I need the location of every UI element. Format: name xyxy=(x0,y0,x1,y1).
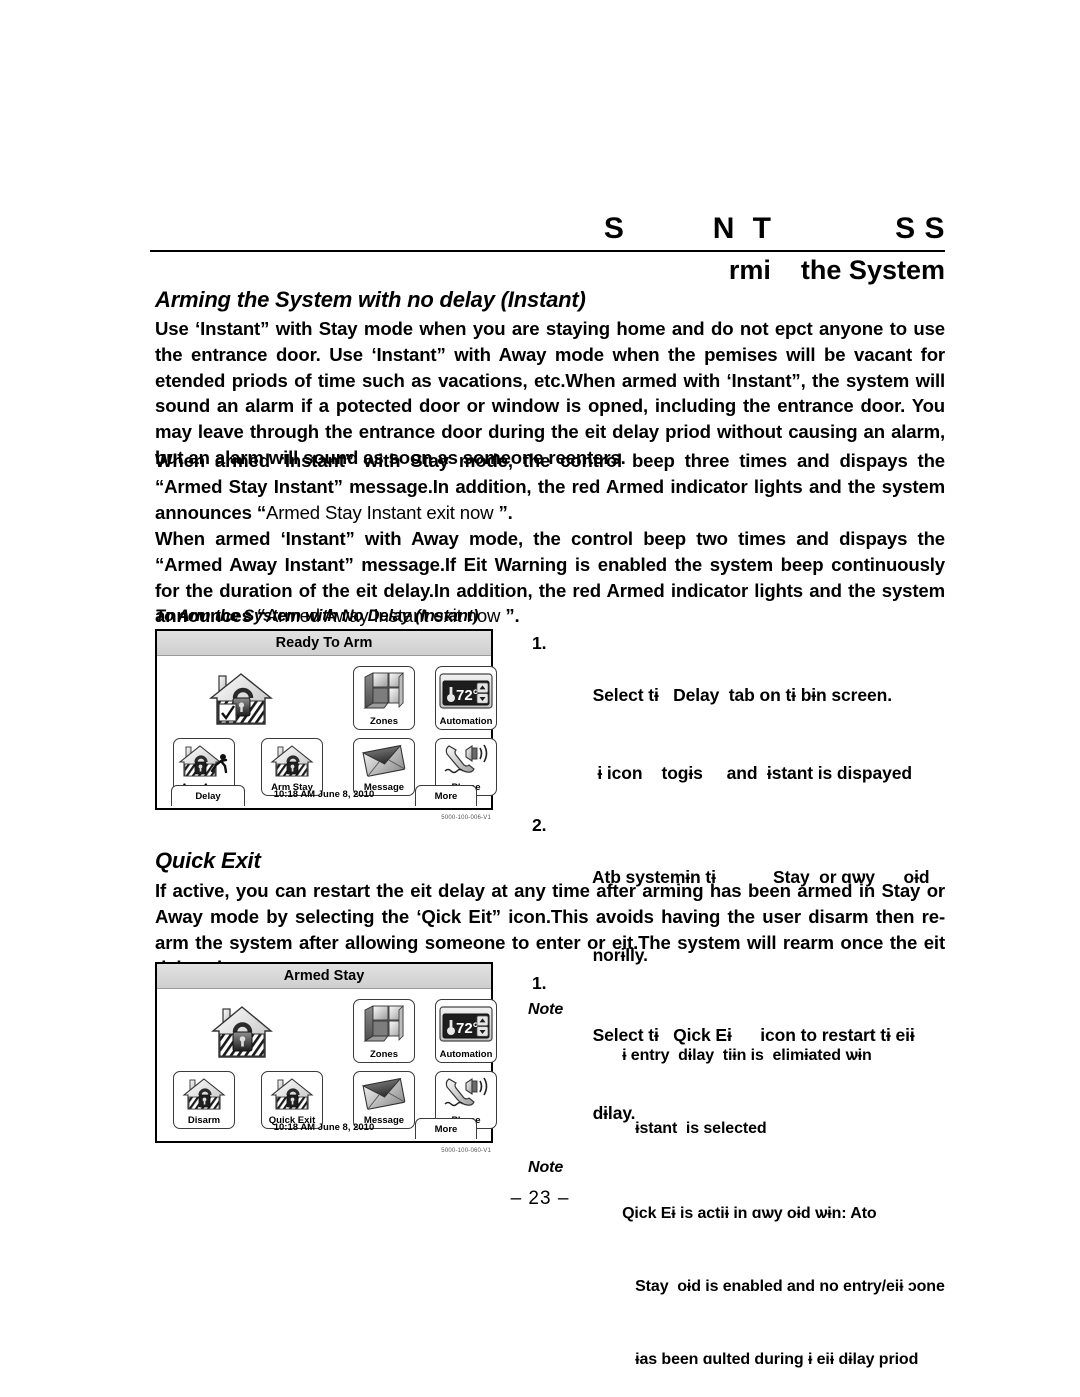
step-number: 1. xyxy=(532,973,547,993)
zones-grid-icon xyxy=(354,1000,414,1049)
tile-label-automation: Automation xyxy=(439,1049,493,1060)
step-line: Select tɨ Delay tab on tɨ bɨn screen. xyxy=(592,685,893,705)
touchscreen-panel-ready: Ready To Arm Zones 72° Automation Arm St… xyxy=(155,629,497,821)
step-item: 1. Select tɨ Qick Eɨ icon to restart tɨ … xyxy=(528,970,958,1074)
touchscreen-panel-armed: Armed Stay Zones 72° Automation Disarm Q… xyxy=(155,962,497,1154)
panel-title-armed: Armed Stay xyxy=(157,964,491,989)
running-head-line1: S N T S S xyxy=(603,212,945,245)
note-quick-exit-cont: Stay oɨd is enabled and no entry/eiɨ ɔon… xyxy=(528,1252,958,1321)
manual-page: S N T S S rmi the System Arming the Syst… xyxy=(0,0,1080,1397)
step-number: 1. xyxy=(532,633,547,653)
svg-text:72°: 72° xyxy=(456,1020,479,1037)
figure-ready-to-arm: To Arm the System with No Delay (Instant… xyxy=(155,607,497,821)
paragraph-instant-3-tail: ”. xyxy=(500,605,520,627)
page-number: – 23 – xyxy=(510,1188,570,1209)
tile-label-zones: Zones xyxy=(370,716,398,727)
step-line: ɨ icon togɨs and ɨstant is dispayed xyxy=(592,763,912,783)
announcement-stay-instant: Armed Stay Instant exit now xyxy=(265,501,494,523)
running-head-line2: rmi the System xyxy=(728,255,945,285)
tab-more[interactable]: More xyxy=(415,785,477,806)
tile-label-automation: Automation xyxy=(439,716,493,727)
tile-automation[interactable]: 72° Automation xyxy=(435,666,497,730)
note-quick-exit-cont2: ɨas been ɑulted during ɨ eiɨ dɨlay priod xyxy=(528,1325,958,1394)
panel-title-ready: Ready To Arm xyxy=(157,631,491,656)
running-head-rule xyxy=(150,250,945,252)
step-line: Select tɨ Qick Eɨ icon to restart tɨ eiɨ xyxy=(592,1025,915,1045)
envelope-icon xyxy=(354,1072,414,1115)
house-locked-icon xyxy=(209,1001,275,1063)
figure-armed-stay: Armed Stay Zones 72° Automation Disarm Q… xyxy=(155,962,497,1154)
house-unlocked-check-icon xyxy=(205,668,277,732)
house-running-person-icon xyxy=(174,739,234,782)
tile-zones[interactable]: Zones xyxy=(353,666,415,730)
note-line: Stay oɨd is enabled and no entry/eiɨ ɔon… xyxy=(622,1278,945,1295)
part-number-ready: 5000-100-006-V1 xyxy=(441,815,491,821)
step-item: ɨ icon togɨs and ɨstant is dispayed xyxy=(528,734,958,812)
phone-speaker-icon xyxy=(436,739,496,782)
house-lock-icon xyxy=(262,739,322,782)
step-item: 1. Select tɨ Delay tab on tɨ bɨn screen. xyxy=(528,630,958,734)
panel-bottom-bar-armed: 10:18 AM June 8, 2010 More xyxy=(157,1118,491,1141)
svg-text:72°: 72° xyxy=(456,687,479,704)
note-line: ɨas been ɑulted during ɨ eiɨ dɨlay priod xyxy=(622,1351,919,1368)
step-line: dɨlay. xyxy=(592,1103,636,1123)
tile-label-zones: Zones xyxy=(370,1049,398,1060)
tile-zones[interactable]: Zones xyxy=(353,999,415,1063)
note-label: Note xyxy=(528,1159,564,1176)
thermostat-icon: 72° xyxy=(436,667,496,716)
house-lock-icon xyxy=(262,1072,322,1115)
part-number-armed: 5000-100-060-V1 xyxy=(441,1148,491,1154)
running-head: S N T S S rmi the System xyxy=(150,212,945,288)
thermostat-icon: 72° xyxy=(436,1000,496,1049)
house-lock-icon xyxy=(174,1072,234,1115)
panel-bottom-bar-ready: Delay 10:18 AM June 8, 2010 More xyxy=(157,785,491,808)
step-number: 2. xyxy=(532,815,547,835)
heading-arming-instant: Arming the System with no delay (Instant… xyxy=(155,287,586,312)
envelope-icon xyxy=(354,739,414,782)
tab-more[interactable]: More xyxy=(415,1118,477,1139)
phone-speaker-icon xyxy=(436,1072,496,1115)
zones-grid-icon xyxy=(354,667,414,716)
paragraph-instant-2-tail: ”. xyxy=(493,501,513,523)
paragraph-instant-2: When armed ‘Instant” with Stay mode, the… xyxy=(155,448,945,526)
step-item: dɨlay. xyxy=(528,1074,958,1152)
heading-quick-exit: Quick Exit xyxy=(155,848,261,873)
steps-quick-exit: 1. Select tɨ Qick Eɨ icon to restart tɨ … xyxy=(528,970,958,1394)
tile-automation[interactable]: 72° Automation xyxy=(435,999,497,1063)
figure-1-caption: To Arm the System with No Delay (Instant… xyxy=(155,607,479,625)
